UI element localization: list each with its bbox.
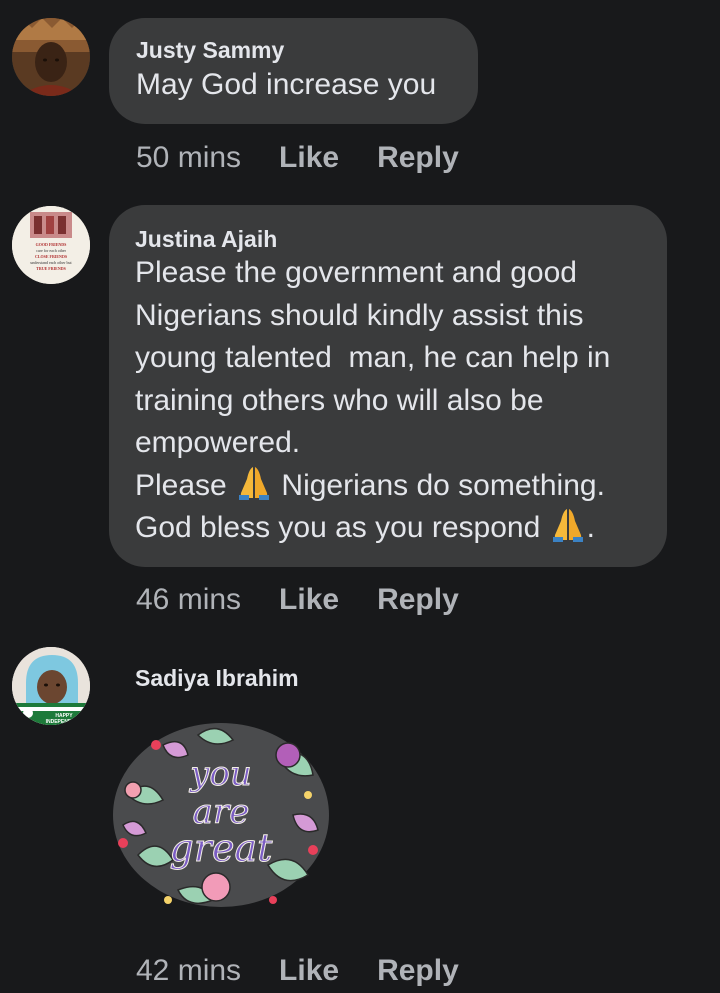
comment-timestamp[interactable]: 46 mins [136, 583, 241, 617]
comment-author[interactable]: Sadiya Ibrahim [135, 664, 299, 692]
like-button[interactable]: Like [279, 141, 339, 175]
avatar-caption: understand each other but [30, 260, 72, 265]
comment-line-part: . [586, 511, 595, 544]
avatar-caption: CLOSE FRIENDS [35, 254, 68, 259]
comment-line-part: God bless you as you respond [135, 511, 549, 544]
like-button[interactable]: Like [279, 954, 339, 988]
comment-line: Nigerians should kindly assist this [135, 298, 584, 332]
avatar-caption: INDEPENDEN [46, 719, 79, 725]
avatar-caption: GOOD FRIENDS [36, 242, 68, 247]
sticker-image[interactable]: you are great [108, 715, 334, 915]
comment-meta: 42 mins Like Reply [136, 951, 497, 991]
comment-author[interactable]: Justy Sammy [136, 36, 478, 64]
avatar-photo-icon [12, 18, 90, 96]
reply-button[interactable]: Reply [377, 954, 459, 988]
comment-line: God bless you as you respond . [135, 507, 667, 550]
sticker-word: great [170, 826, 274, 870]
comment-line-part: Please [135, 468, 236, 502]
comment-timestamp[interactable]: 42 mins [136, 954, 241, 988]
you-are-great-sticker-icon: you are great [113, 723, 329, 907]
avatar-image-icon: GOOD FRIENDS care for each other CLOSE F… [12, 206, 90, 284]
comment-text: Please the government and good Nigerians… [135, 252, 667, 550]
comment-author[interactable]: Justina Ajaih [135, 225, 667, 253]
comment-meta: 50 mins Like Reply [136, 138, 497, 178]
comment-line: training others who will also be [135, 383, 544, 417]
comment-line: young talented man, he can help in [135, 341, 611, 374]
comment-line: Please the government and good [135, 256, 577, 289]
avatar[interactable] [12, 18, 90, 96]
avatar[interactable]: HAPPY INDEPENDEN [12, 647, 90, 725]
comment-line: empowered. [135, 426, 301, 459]
avatar[interactable]: GOOD FRIENDS care for each other CLOSE F… [12, 206, 90, 284]
like-button[interactable]: Like [279, 583, 339, 617]
avatar-photo-icon: HAPPY INDEPENDEN [12, 647, 90, 725]
comment-meta: 46 mins Like Reply [136, 580, 497, 620]
sticker-word: you [188, 754, 252, 794]
avatar-caption: TRUE FRIENDS [36, 266, 66, 271]
reply-button[interactable]: Reply [377, 583, 459, 617]
folded-hands-icon [552, 509, 583, 542]
comment-text: May God increase you [136, 68, 437, 101]
comment-bubble: Justy Sammy May God increase you [109, 18, 478, 124]
folded-hands-icon [239, 466, 270, 500]
comment-line: Please Nigerians do something. [135, 465, 667, 508]
avatar-caption: care for each other [36, 248, 67, 253]
comment-bubble: Justina Ajaih Please the government and … [109, 205, 667, 567]
comment-timestamp[interactable]: 50 mins [136, 141, 241, 175]
reply-button[interactable]: Reply [377, 141, 459, 175]
comment-line-part: Nigerians do something. [273, 468, 605, 502]
